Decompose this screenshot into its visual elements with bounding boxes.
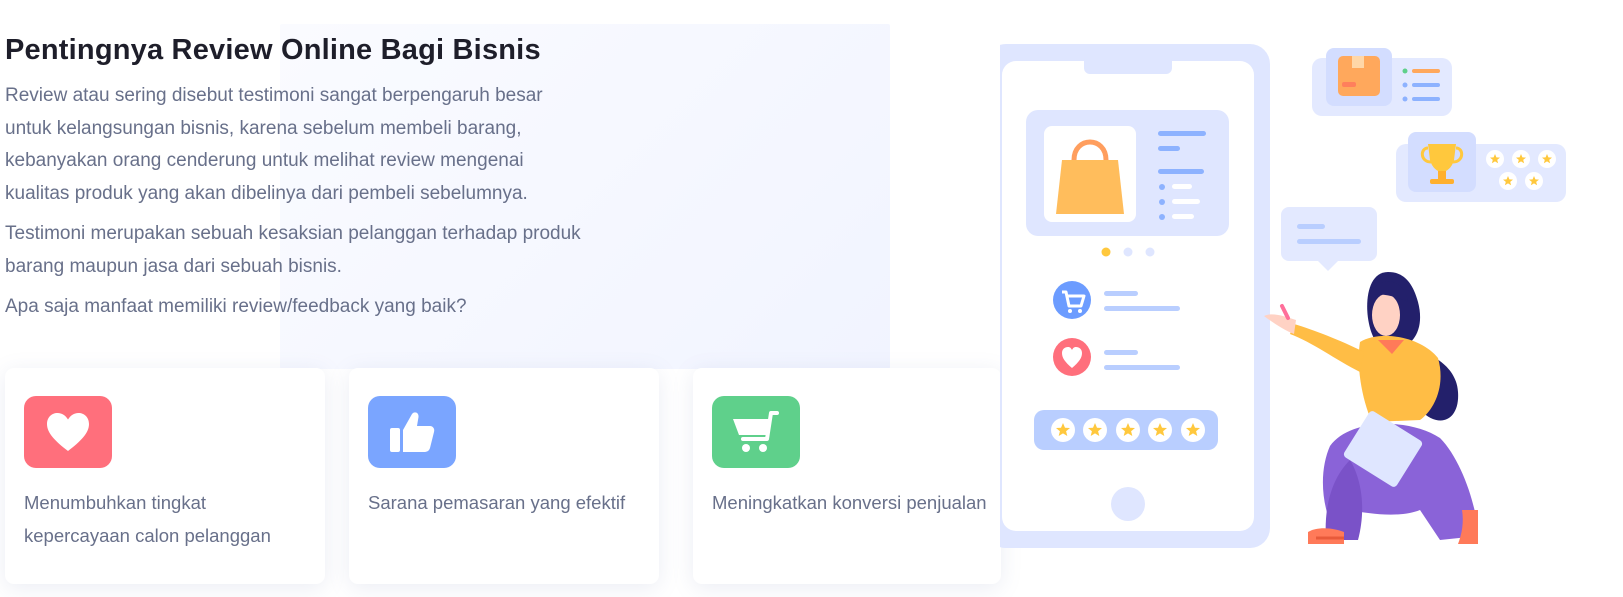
shopping-cart-icon [712,396,800,468]
section-title: Pentingnya Review Online Bagi Bisnis [5,34,541,66]
benefit-label: Meningkatkan konversi penjualan [712,492,987,513]
question-paragraph: Apa saja manfaat memiliki review/feedbac… [5,296,467,317]
benefit-cards: Menumbuhkan tingkat kepercayaan calon pe… [5,368,1035,584]
testimony-paragraph: Testimoni merupakan sebuah kesaksian pel… [5,223,581,277]
content-section: Pentingnya Review Online Bagi Bisnis Rev… [5,30,625,324]
intro-paragraph: Review atau sering disebut testimoni san… [5,85,543,204]
benefit-card-marketing: Sarana pemasaran yang efektif [349,368,659,584]
benefit-card-conversion: Meningkatkan konversi penjualan [693,368,1001,584]
benefit-label: Menumbuhkan tingkat kepercayaan calon pe… [24,492,271,546]
heart-icon [24,396,112,468]
illustration [986,40,1623,592]
thumbs-up-icon [368,396,456,468]
woman-figure [1264,272,1478,544]
benefit-card-trust: Menumbuhkan tingkat kepercayaan calon pe… [5,368,325,584]
benefit-label: Sarana pemasaran yang efektif [368,492,626,513]
